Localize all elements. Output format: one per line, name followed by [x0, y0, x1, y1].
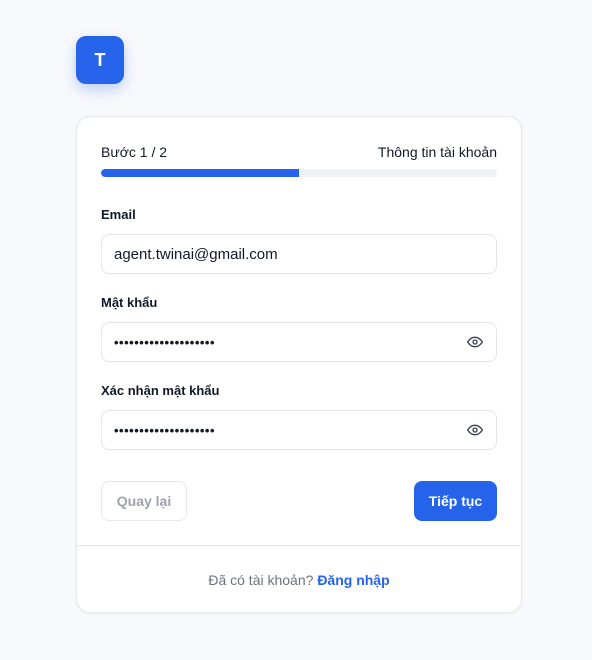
step-title: Thông tin tài khoản	[377, 144, 497, 160]
eye-icon[interactable]	[466, 421, 484, 439]
login-link[interactable]: Đăng nhập	[317, 572, 389, 588]
password-field[interactable]: ••••••••••••••••••••	[101, 322, 497, 362]
eye-icon[interactable]	[466, 333, 484, 351]
back-button[interactable]: Quay lại	[101, 481, 187, 521]
confirm-password-value: ••••••••••••••••••••	[114, 422, 216, 438]
confirm-password-field[interactable]: ••••••••••••••••••••	[101, 410, 497, 450]
password-label: Mật khẩu	[101, 295, 158, 310]
email-field[interactable]: agent.twinai@gmail.com	[101, 234, 497, 274]
confirm-password-label: Xác nhận mật khẩu	[101, 383, 220, 398]
continue-button[interactable]: Tiếp tục	[414, 481, 497, 521]
progress-bar	[101, 169, 497, 177]
password-value: ••••••••••••••••••••	[114, 334, 216, 350]
step-header: Bước 1 / 2 Thông tin tài khoản	[101, 144, 497, 160]
app-logo: T	[76, 36, 124, 84]
signup-card: Bước 1 / 2 Thông tin tài khoản Email age…	[76, 116, 522, 613]
email-label: Email	[101, 207, 136, 222]
logo-letter: T	[94, 49, 106, 70]
progress-bar-fill	[101, 169, 299, 177]
email-value: agent.twinai@gmail.com	[114, 245, 278, 263]
login-prompt-text: Đã có tài khoản?	[208, 572, 314, 588]
card-divider	[77, 545, 521, 546]
step-label: Bước 1 / 2	[101, 144, 168, 160]
login-prompt: Đã có tài khoản? Đăng nhập	[77, 572, 521, 588]
